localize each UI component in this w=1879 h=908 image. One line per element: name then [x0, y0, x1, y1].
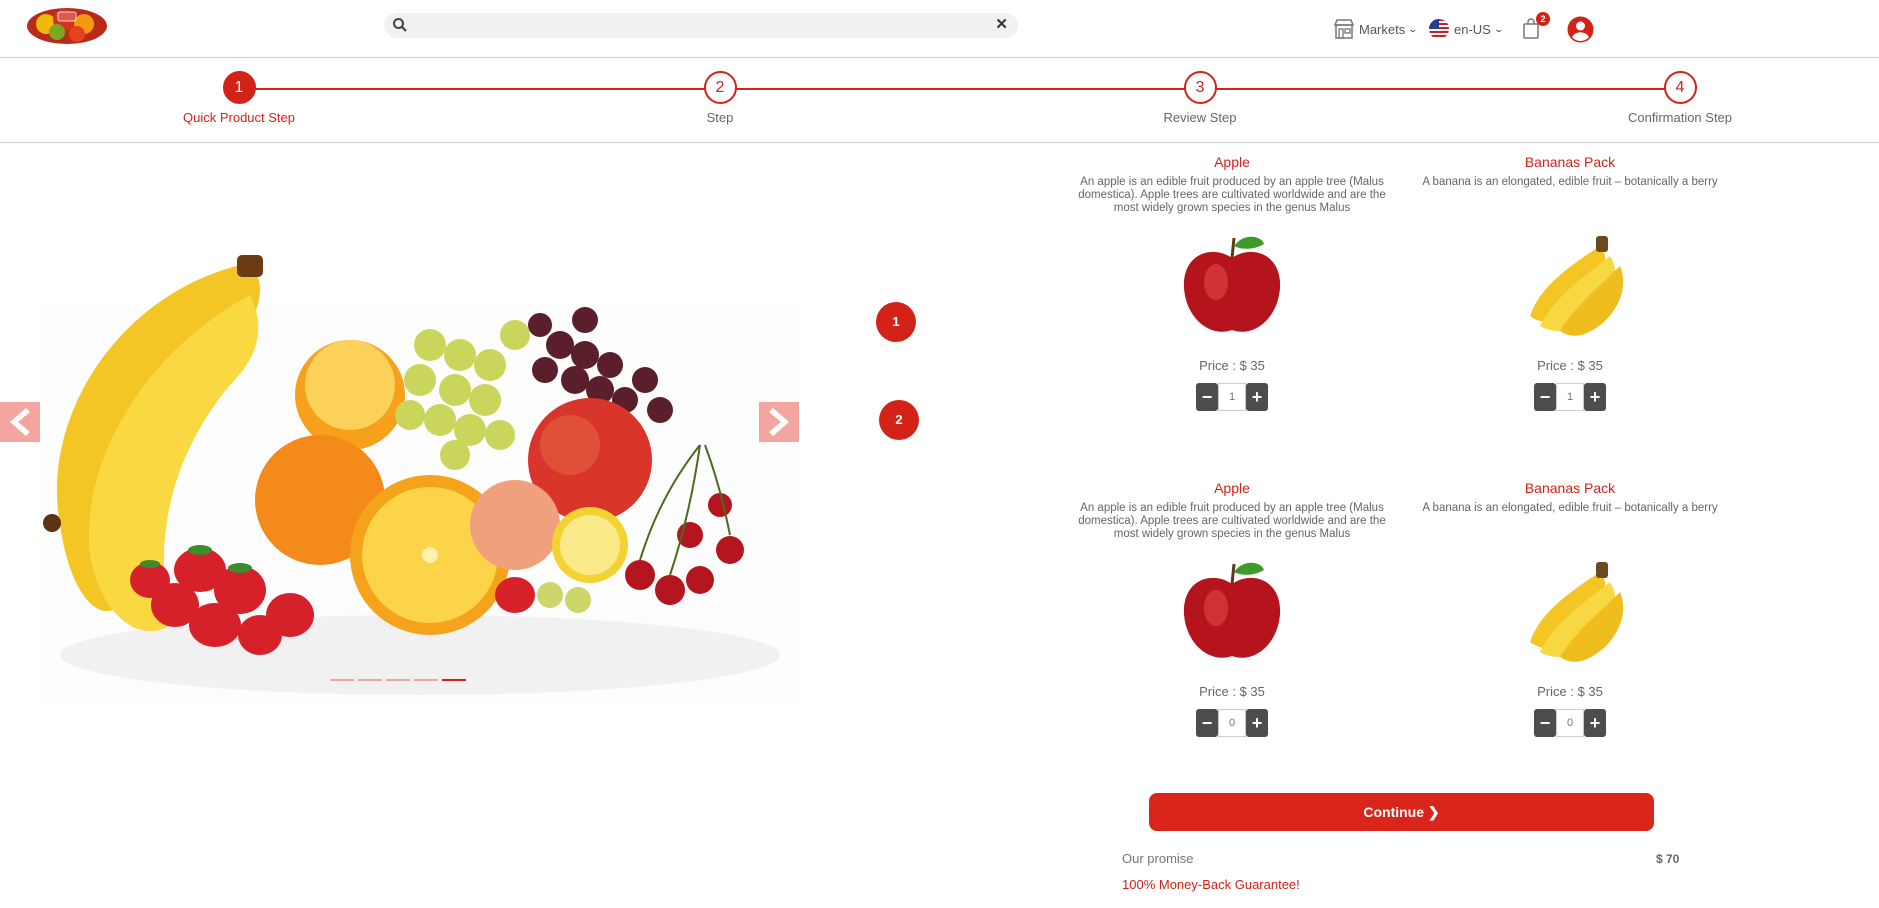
- carousel-dot[interactable]: [386, 679, 410, 681]
- checkout-stepper: 1 Quick Product Step 2 Step 3 Review Ste…: [0, 58, 1879, 143]
- top-header: ✕ Markets ⌄ en-US ⌄ 2: [0, 0, 1879, 58]
- product-description: An apple is an edible fruit produced by …: [1078, 502, 1386, 540]
- markets-label: Markets: [1359, 21, 1406, 37]
- chevron-down-icon: ⌄: [1493, 23, 1504, 34]
- apple-image[interactable]: [1172, 552, 1292, 672]
- increase-quantity-button[interactable]: +: [1584, 709, 1606, 737]
- carousel-indicators: [330, 679, 466, 681]
- step-2[interactable]: 2 Step: [620, 71, 820, 125]
- search-input[interactable]: [414, 16, 978, 37]
- quantity-value[interactable]: 1: [1218, 383, 1246, 411]
- product-card: Apple An apple is an edible fruit produc…: [1067, 480, 1397, 737]
- carousel-dot[interactable]: [358, 679, 382, 681]
- language-dropdown[interactable]: en-US ⌄: [1428, 18, 1504, 40]
- product-title[interactable]: Apple: [1067, 480, 1397, 496]
- increase-quantity-button[interactable]: +: [1246, 709, 1268, 737]
- store-icon: [1333, 19, 1355, 39]
- increase-quantity-button[interactable]: +: [1246, 383, 1268, 411]
- carousel-dot-active[interactable]: [442, 679, 466, 681]
- decrease-quantity-button[interactable]: −: [1534, 709, 1556, 737]
- step-1-number: 1: [222, 71, 256, 104]
- product-price: Price : $ 35: [1537, 684, 1603, 699]
- decrease-quantity-button[interactable]: −: [1196, 709, 1218, 737]
- promise-label: Our promise: [1122, 851, 1194, 866]
- product-card: Apple An apple is an edible fruit produc…: [1067, 154, 1397, 411]
- step-3-number: 3: [1183, 71, 1217, 104]
- search-icon[interactable]: [392, 17, 408, 33]
- product-price: Price : $ 35: [1537, 358, 1603, 373]
- quantity-stepper: − 1 +: [1405, 383, 1735, 411]
- us-flag-icon: [1429, 19, 1449, 39]
- order-total: $ 70: [1656, 852, 1680, 866]
- product-card: Bananas Pack A banana is an elongated, e…: [1405, 480, 1735, 737]
- step-4-number: 4: [1663, 71, 1697, 104]
- decrease-quantity-button[interactable]: −: [1196, 383, 1218, 411]
- stepper-line: [239, 88, 1680, 90]
- step-2-label: Step: [706, 110, 734, 125]
- product-description: A banana is an elongated, edible fruit –…: [1422, 502, 1718, 514]
- quantity-stepper: − 0 +: [1405, 709, 1735, 737]
- product-row-number-2[interactable]: 2: [879, 400, 919, 440]
- search-bar: ✕: [384, 13, 1018, 38]
- quantity-stepper: − 0 +: [1067, 709, 1397, 737]
- banana-image[interactable]: [1510, 552, 1630, 672]
- carousel-dot[interactable]: [330, 679, 354, 681]
- step-4[interactable]: 4 Confirmation Step: [1580, 71, 1780, 125]
- quantity-value[interactable]: 0: [1556, 709, 1584, 737]
- carousel-dot[interactable]: [414, 679, 438, 681]
- clear-search-icon[interactable]: ✕: [995, 17, 1008, 33]
- money-back-guarantee-link[interactable]: 100% Money-Back Guarantee!: [1122, 877, 1300, 892]
- user-account-icon[interactable]: [1567, 16, 1594, 43]
- fruit-carousel-image: [40, 255, 800, 705]
- banana-image[interactable]: [1510, 226, 1630, 346]
- increase-quantity-button[interactable]: +: [1584, 383, 1606, 411]
- language-label: en-US: [1454, 21, 1491, 37]
- fruit-logo[interactable]: [24, 2, 110, 46]
- markets-dropdown[interactable]: Markets ⌄: [1333, 18, 1419, 40]
- carousel-next-arrow[interactable]: [759, 402, 799, 442]
- product-description: An apple is an edible fruit produced by …: [1078, 176, 1386, 214]
- product-card: Bananas Pack A banana is an elongated, e…: [1405, 154, 1735, 411]
- step-1-label: Quick Product Step: [183, 110, 295, 125]
- step-4-label: Confirmation Step: [1627, 110, 1733, 125]
- product-title[interactable]: Apple: [1067, 154, 1397, 170]
- carousel-prev-arrow[interactable]: [0, 402, 40, 442]
- quantity-value[interactable]: 1: [1556, 383, 1584, 411]
- product-price: Price : $ 35: [1199, 684, 1265, 699]
- chevron-down-icon: ⌄: [1407, 23, 1419, 34]
- decrease-quantity-button[interactable]: −: [1534, 383, 1556, 411]
- step-3[interactable]: 3 Review Step: [1100, 71, 1300, 125]
- product-price: Price : $ 35: [1199, 358, 1265, 373]
- product-title[interactable]: Bananas Pack: [1405, 480, 1735, 496]
- continue-button[interactable]: Continue ❯: [1149, 793, 1654, 831]
- product-title[interactable]: Bananas Pack: [1405, 154, 1735, 170]
- product-description: A banana is an elongated, edible fruit –…: [1422, 176, 1718, 188]
- quantity-value[interactable]: 0: [1218, 709, 1246, 737]
- step-2-number: 2: [703, 71, 737, 104]
- product-row-number-1[interactable]: 1: [876, 302, 916, 342]
- step-1[interactable]: 1 Quick Product Step: [139, 71, 339, 125]
- cart-count-badge: 2: [1536, 12, 1550, 26]
- step-3-label: Review Step: [1163, 110, 1237, 125]
- quantity-stepper: − 1 +: [1067, 383, 1397, 411]
- apple-image[interactable]: [1172, 226, 1292, 346]
